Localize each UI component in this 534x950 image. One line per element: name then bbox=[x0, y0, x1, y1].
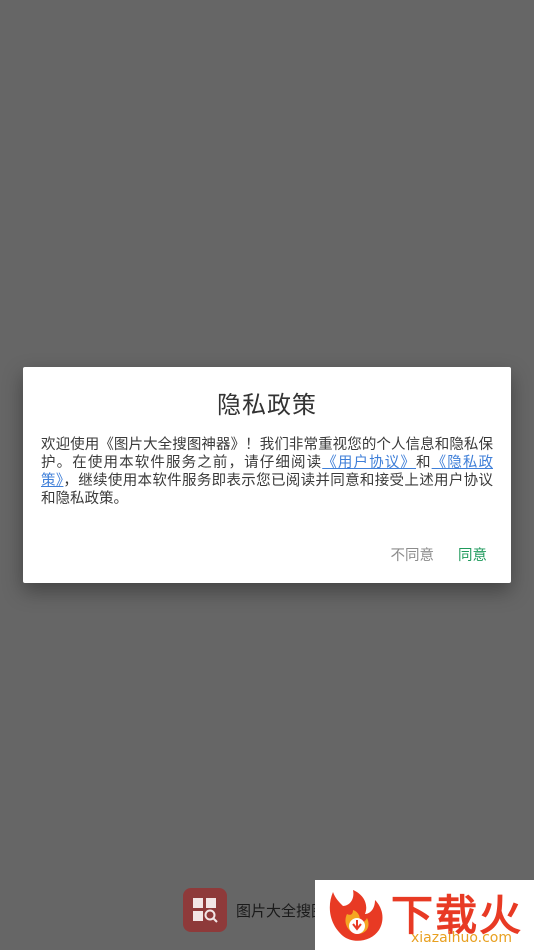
disagree-button[interactable]: 不同意 bbox=[391, 544, 435, 565]
dialog-actions: 不同意 同意 bbox=[391, 544, 488, 565]
body-and: 和 bbox=[416, 455, 432, 471]
agree-button[interactable]: 同意 bbox=[458, 544, 487, 565]
privacy-dialog: 隐私政策 欢迎使用《图片大全搜图神器》！我们非常重视您的个人信息和隐私保护。在使… bbox=[23, 367, 511, 583]
dialog-body: 欢迎使用《图片大全搜图神器》！我们非常重视您的个人信息和隐私保护。在使用本软件服… bbox=[41, 436, 493, 508]
body-suffix: ，继续使用本软件服务即表示您已阅读并同意和接受上述用户协议和隐私政策。 bbox=[41, 473, 494, 507]
app-icon bbox=[183, 888, 227, 932]
dialog-title: 隐私政策 bbox=[217, 391, 317, 419]
watermark: 下载火 xiazaihuo.com bbox=[315, 880, 534, 950]
user-agreement-link[interactable]: 《用户协议》 bbox=[322, 455, 416, 471]
flame-logo-icon bbox=[329, 890, 383, 941]
watermark-site: xiazaihuo.com bbox=[411, 930, 512, 946]
image-search-icon bbox=[193, 898, 218, 923]
app-name: 图片大全搜图 bbox=[236, 902, 327, 920]
